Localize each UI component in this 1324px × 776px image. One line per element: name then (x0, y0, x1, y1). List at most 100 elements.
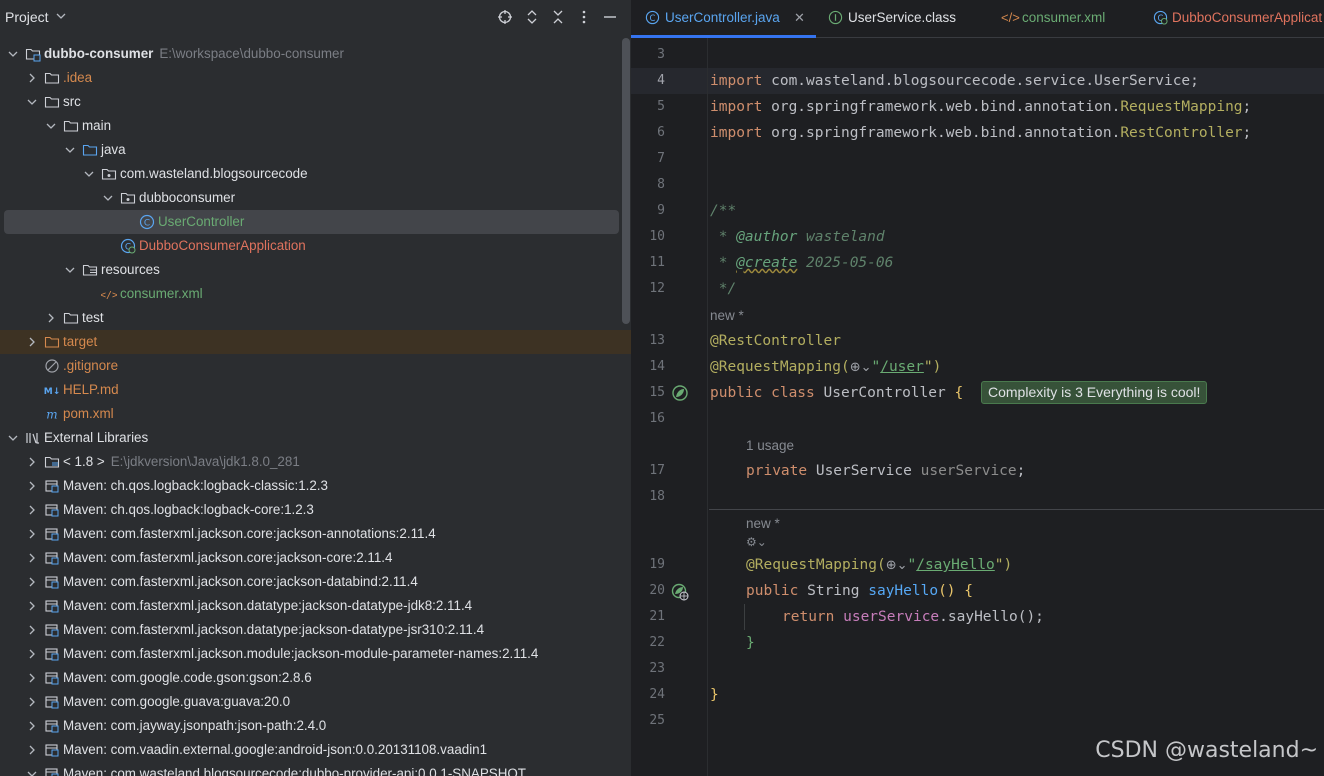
tree-node[interactable]: Maven: com.fasterxml.jackson.core:jackso… (0, 570, 620, 594)
tree-node[interactable]: Maven: com.wasteland.blogsourcecode:dubb… (0, 762, 620, 776)
globe-icon[interactable]: ⊕⌄ (886, 558, 908, 573)
folder-icon (63, 312, 79, 324)
tree-node[interactable]: dubbo-consumer E:\workspace\dubbo-consume… (0, 42, 620, 66)
maven-library-icon (45, 672, 59, 685)
tree-node[interactable]: resources (0, 258, 620, 282)
chevron-down-icon[interactable] (27, 769, 37, 776)
chevron-down-icon[interactable] (8, 433, 18, 443)
line-number: 7 (657, 151, 665, 166)
collapse-all-icon[interactable] (550, 9, 566, 25)
tree-node-label: dubboconsumer (139, 190, 236, 205)
tree-node[interactable]: .idea (0, 66, 620, 90)
request-mapping-gutter-icon[interactable] (671, 583, 689, 601)
chevron-right-icon[interactable] (27, 601, 37, 611)
tree-node[interactable]: target (0, 330, 631, 354)
tree-node[interactable]: test (0, 306, 620, 330)
chevron-right-icon[interactable] (27, 505, 37, 515)
maven-library-icon (45, 720, 59, 733)
chevron-down-icon[interactable] (55, 10, 67, 22)
complexity-badge[interactable]: Complexity is 3 Everything is cool! (981, 381, 1208, 404)
tree-node-label: test (82, 310, 104, 325)
chevron-down-icon[interactable] (8, 49, 18, 59)
tree-node[interactable]: Maven: com.vaadin.external.google:androi… (0, 738, 620, 762)
project-scrollbar[interactable] (622, 38, 630, 324)
chevron-right-icon[interactable] (46, 313, 56, 323)
editor-gutter[interactable]: 3 4 5 6 7 8 9 10 11 12 13 14 15 16 17 18… (631, 38, 707, 776)
hide-panel-icon[interactable] (602, 9, 618, 25)
tab-userservice-class[interactable]: UserService.class (818, 0, 988, 38)
tree-node[interactable]: Maven: ch.qos.logback:logback-classic:1.… (0, 474, 620, 498)
tree-node[interactable]: External Libraries (0, 426, 620, 450)
tree-node[interactable]: Maven: com.fasterxml.jackson.datatype:ja… (0, 594, 620, 618)
tree-node[interactable]: Maven: com.jayway.jsonpath:json-path:2.4… (0, 714, 620, 738)
tree-node-label: Maven: com.google.code.gson:gson:2.8.6 (63, 670, 312, 685)
codevision-author-hint[interactable]: new * (710, 308, 744, 323)
endpoint-icon[interactable]: ⚙⌄ (746, 535, 767, 549)
chevron-right-icon[interactable] (27, 337, 37, 347)
maven-library-icon (45, 696, 59, 709)
tree-node[interactable]: Maven: ch.qos.logback:logback-core:1.2.3 (0, 498, 620, 522)
project-view-title[interactable]: Project (5, 9, 49, 25)
tree-node[interactable]: C UserController (4, 210, 619, 234)
spring-bean-gutter-icon[interactable] (671, 384, 689, 402)
chevron-right-icon[interactable] (27, 625, 37, 635)
tree-node-label: com.wasteland.blogsourcecode (120, 166, 308, 181)
line-number: 11 (649, 255, 665, 270)
tree-node[interactable]: com.wasteland.blogsourcecode (0, 162, 620, 186)
tree-node[interactable]: < 1.8 > E:\jdkversion\Java\jdk1.8.0_281 (0, 450, 620, 474)
tree-node[interactable]: </> consumer.xml (0, 282, 620, 306)
tree-node[interactable]: Maven: com.fasterxml.jackson.core:jackso… (0, 546, 620, 570)
tree-node[interactable]: main (0, 114, 620, 138)
xml-file-icon: </> (1001, 10, 1020, 25)
tree-node[interactable]: Maven: com.google.guava:guava:20.0 (0, 690, 620, 714)
chevron-right-icon[interactable] (27, 577, 37, 587)
chevron-down-icon[interactable] (46, 121, 56, 131)
watermark: CSDN @wasteland~ (1095, 738, 1318, 763)
chevron-right-icon[interactable] (27, 457, 37, 467)
tree-node[interactable]: java (0, 138, 620, 162)
tree-node[interactable]: Maven: com.fasterxml.jackson.module:jack… (0, 642, 620, 666)
tree-node[interactable]: m pom.xml (0, 402, 620, 426)
chevron-down-icon[interactable] (103, 193, 113, 203)
chevron-right-icon[interactable] (27, 745, 37, 755)
tree-node-label: Maven: com.fasterxml.jackson.module:jack… (63, 646, 539, 661)
chevron-right-icon[interactable] (27, 73, 37, 83)
chevron-right-icon[interactable] (27, 553, 37, 563)
chevron-right-icon[interactable] (27, 697, 37, 707)
chevron-right-icon[interactable] (27, 673, 37, 683)
chevron-right-icon[interactable] (27, 481, 37, 491)
chevron-right-icon[interactable] (27, 649, 37, 659)
close-icon[interactable]: ✕ (794, 10, 805, 26)
code-area[interactable]: import com.wasteland.blogsourcecode.serv… (709, 38, 1324, 776)
resources-folder-icon (82, 264, 98, 276)
folder-icon (63, 120, 79, 132)
tab-dubboconsumerapplication[interactable]: C DubboConsumerApplicat (1143, 0, 1324, 38)
xml-file-icon: </> (101, 290, 117, 301)
tab-usercontroller-java[interactable]: C UserController.java ✕ (631, 0, 816, 38)
tree-node[interactable]: Maven: com.google.code.gson:gson:2.8.6 (0, 666, 620, 690)
chevron-down-icon[interactable] (27, 97, 37, 107)
tree-node[interactable]: src (0, 90, 620, 114)
globe-icon[interactable]: ⊕⌄ (850, 360, 872, 375)
tree-node[interactable]: Maven: com.fasterxml.jackson.core:jackso… (0, 522, 620, 546)
locate-icon[interactable] (497, 9, 513, 25)
maven-library-icon (45, 504, 59, 517)
chevron-down-icon[interactable] (65, 265, 75, 275)
chevron-right-icon[interactable] (27, 721, 37, 731)
tree-node[interactable]: M↓ HELP.md (0, 378, 620, 402)
codevision-usage-hint[interactable]: 1 usage (746, 438, 794, 453)
line-number: 3 (657, 47, 665, 62)
tree-node[interactable]: Maven: com.fasterxml.jackson.datatype:ja… (0, 618, 620, 642)
chevron-down-icon[interactable] (65, 145, 75, 155)
codevision-author-hint-2[interactable]: new * (746, 516, 780, 531)
more-options-icon[interactable] (576, 9, 592, 25)
chevron-down-icon[interactable] (84, 169, 94, 179)
tree-node[interactable]: .gitignore (0, 354, 620, 378)
line-number: 9 (657, 203, 665, 218)
tree-node[interactable]: dubboconsumer (0, 186, 620, 210)
expand-all-icon[interactable] (524, 9, 540, 25)
tree-node[interactable]: C DubboConsumerApplication (0, 234, 620, 258)
tab-consumer-xml[interactable]: </> consumer.xml (991, 0, 1141, 38)
tree-node-label: resources (101, 262, 160, 277)
chevron-right-icon[interactable] (27, 529, 37, 539)
